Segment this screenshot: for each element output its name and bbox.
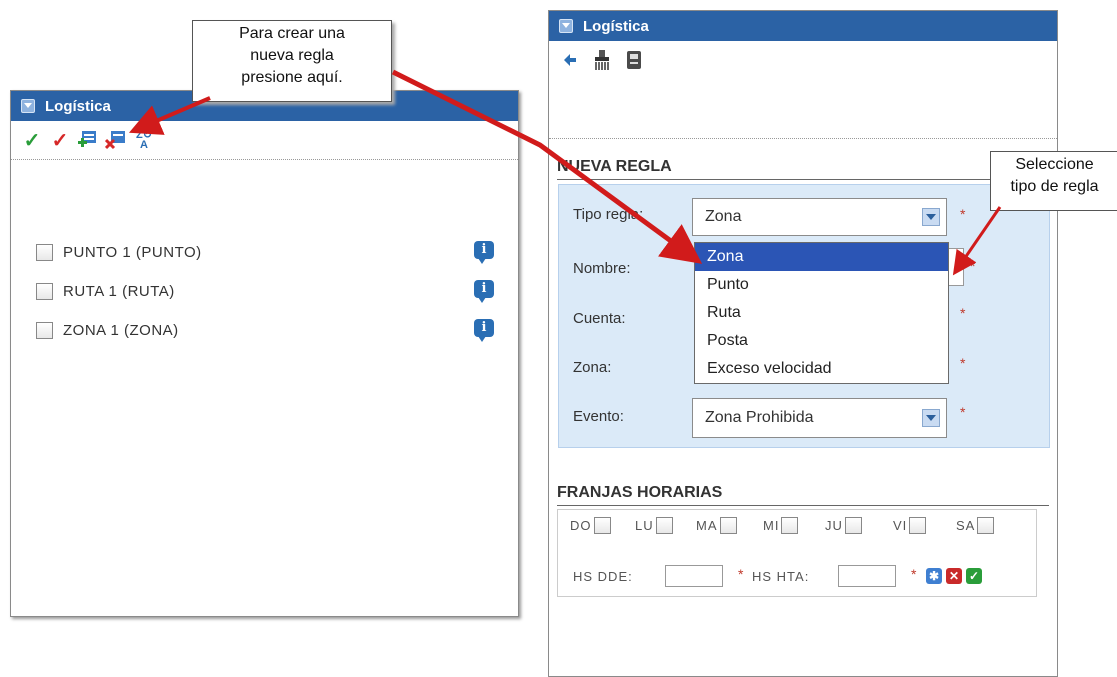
item-checkbox[interactable] xyxy=(36,244,53,261)
day-label: JU xyxy=(825,518,843,533)
list-item[interactable]: RUTA 1 (RUTA) xyxy=(36,283,175,300)
check-red-icon[interactable]: ✓ xyxy=(49,129,71,152)
required-mark: * xyxy=(960,404,966,420)
chevron-down-icon[interactable] xyxy=(922,208,940,226)
day-checkbox[interactable] xyxy=(844,517,862,534)
evento-label: Evento: xyxy=(573,408,624,425)
hs-dde-label: HS DDE: xyxy=(573,569,633,584)
required-mark: * xyxy=(960,206,966,222)
delete-time-icon[interactable]: ✕ xyxy=(946,568,962,584)
day-checkbox[interactable] xyxy=(977,517,995,534)
new-rule-section-title: NUEVA REGLA xyxy=(557,158,672,175)
right-panel-title: Logística xyxy=(583,17,649,35)
callout-line: Para crear una xyxy=(239,25,345,42)
required-mark: * xyxy=(738,566,744,582)
day-checkbox[interactable] xyxy=(781,517,799,534)
dropdown-option-punto[interactable]: Punto xyxy=(695,271,948,299)
collapse-icon[interactable] xyxy=(21,99,35,113)
callout-line: tipo de regla xyxy=(1010,178,1099,195)
day-lu[interactable]: LU xyxy=(635,517,673,534)
dropdown-option-posta[interactable]: Posta xyxy=(695,327,948,355)
list-item-label: PUNTO 1 (PUNTO) xyxy=(63,244,202,261)
cuenta-label: Cuenta: xyxy=(573,310,626,327)
info-icon[interactable]: i xyxy=(474,319,494,342)
hs-hta-label: HS HTA: xyxy=(752,569,810,584)
required-mark: * xyxy=(960,355,966,371)
day-vi[interactable]: VI xyxy=(893,517,927,534)
day-ma[interactable]: MA xyxy=(696,517,737,534)
schedule-underline xyxy=(557,505,1049,506)
toolbar-divider xyxy=(549,138,1057,139)
left-toolbar: ✓ ✓ Z↻ A xyxy=(11,121,518,160)
confirm-time-icon[interactable]: ✓ xyxy=(966,568,982,584)
list-item[interactable]: ZONA 1 (ZONA) xyxy=(36,322,179,339)
list-item[interactable]: PUNTO 1 (PUNTO) xyxy=(36,244,202,261)
chevron-down-icon[interactable] xyxy=(922,409,940,427)
list-item-label: RUTA 1 (RUTA) xyxy=(63,283,175,300)
evento-value: Zona Prohibida xyxy=(705,409,814,426)
dropdown-option-exceso-velocidad[interactable]: Exceso velocidad xyxy=(695,355,948,383)
day-checkbox[interactable] xyxy=(719,517,737,534)
reset-time-icon[interactable]: ✱ xyxy=(926,568,942,584)
info-icon[interactable]: i xyxy=(474,241,494,264)
tipo-regla-label: Tipo regla: xyxy=(573,206,644,223)
day-checkbox[interactable] xyxy=(655,517,673,534)
day-label: MA xyxy=(696,518,718,533)
tipo-regla-select[interactable]: Zona xyxy=(692,198,947,236)
day-label: MI xyxy=(763,518,780,533)
schedule-section-title: FRANJAS HORARIAS xyxy=(557,484,723,501)
day-label: LU xyxy=(635,518,654,533)
list-item-label: ZONA 1 (ZONA) xyxy=(63,322,179,339)
day-label: DO xyxy=(570,518,592,533)
select-type-callout: Seleccione tipo de regla xyxy=(990,151,1117,211)
check-green-icon[interactable]: ✓ xyxy=(21,129,43,152)
info-icon[interactable]: i xyxy=(474,280,494,303)
evento-select[interactable]: Zona Prohibida xyxy=(692,398,947,438)
new-rule-underline xyxy=(557,179,1049,180)
day-sa[interactable]: SA xyxy=(956,517,995,534)
nombre-label: Nombre: xyxy=(573,260,631,277)
day-checkbox[interactable] xyxy=(593,517,611,534)
day-ju[interactable]: JU xyxy=(825,517,862,534)
left-panel: Logística ✓ ✓ Z↻ A PUNTO 1 (PUNTO) i RUTA… xyxy=(10,90,519,617)
day-checkbox[interactable] xyxy=(909,517,927,534)
tipo-regla-dropdown: Zona Punto Ruta Posta Exceso velocidad xyxy=(694,242,949,384)
add-rule-icon[interactable] xyxy=(77,129,99,151)
hs-hta-input[interactable] xyxy=(838,565,896,587)
day-mi[interactable]: MI xyxy=(763,517,799,534)
day-label: SA xyxy=(956,518,976,533)
dropdown-option-ruta[interactable]: Ruta xyxy=(695,299,948,327)
required-mark: * xyxy=(960,305,966,321)
item-checkbox[interactable] xyxy=(36,322,53,339)
required-mark: * xyxy=(970,258,976,274)
required-mark: * xyxy=(911,566,917,582)
new-rule-callout: Para crear una nueva regla presione aquí… xyxy=(192,20,392,102)
callout-line: nueva regla xyxy=(250,47,334,64)
left-panel-title: Logística xyxy=(45,97,111,115)
item-checkbox[interactable] xyxy=(36,283,53,300)
back-arrow-icon[interactable] xyxy=(559,49,581,71)
right-toolbar xyxy=(549,41,1057,79)
day-do[interactable]: DO xyxy=(570,517,611,534)
tipo-regla-value: Zona xyxy=(705,208,742,225)
zona-label: Zona: xyxy=(573,359,612,376)
dropdown-option-zona[interactable]: Zona xyxy=(695,243,948,271)
hs-dde-input[interactable] xyxy=(665,565,723,587)
save-icon[interactable] xyxy=(623,49,645,71)
callout-line: Seleccione xyxy=(1015,156,1094,173)
sort-az-icon[interactable]: Z↻ A xyxy=(133,129,155,151)
day-label: VI xyxy=(893,518,908,533)
right-panel-titlebar: Logística xyxy=(549,11,1057,41)
collapse-icon[interactable] xyxy=(559,19,573,33)
callout-line: presione aquí. xyxy=(241,69,343,86)
clear-icon[interactable] xyxy=(591,49,613,71)
delete-rule-icon[interactable] xyxy=(105,129,127,151)
